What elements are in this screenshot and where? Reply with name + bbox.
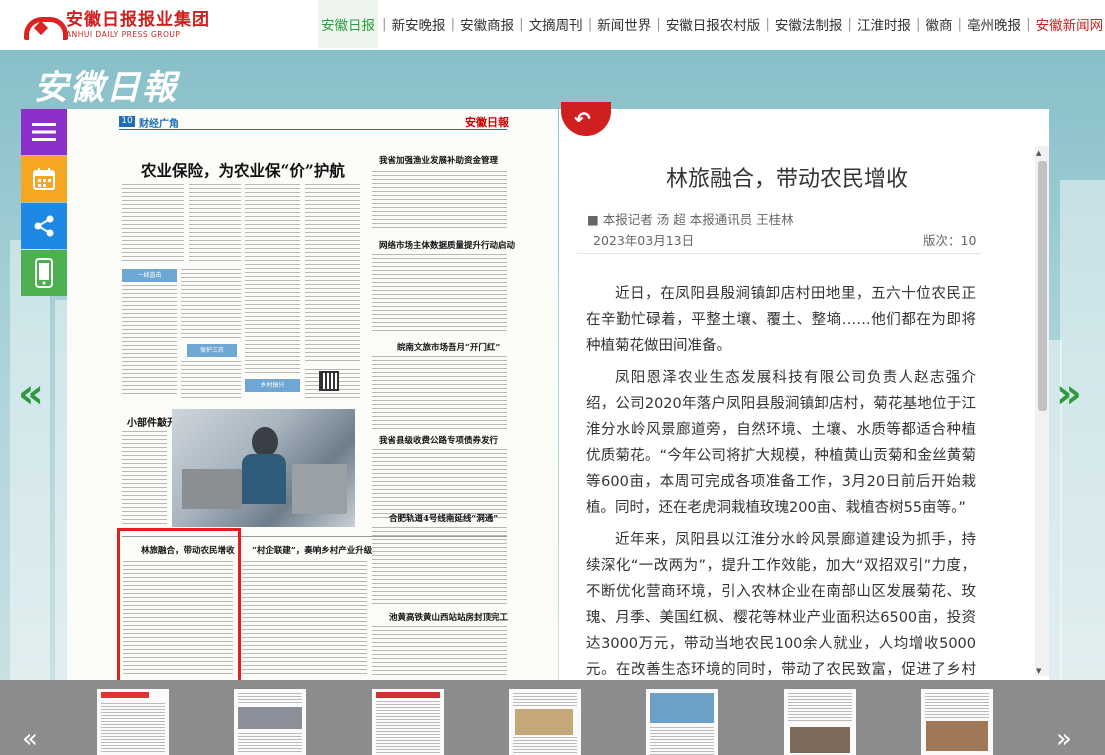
share-icon: [34, 215, 54, 237]
qr-code-icon: [319, 371, 339, 391]
paper-headline-r5: 合肥轨道4号线南延线“洞通”: [389, 514, 499, 524]
back-button[interactable]: ↶: [561, 102, 611, 136]
next-page-arrow-icon[interactable]: »: [1056, 370, 1082, 418]
nav-link-bozhou-evening[interactable]: 亳州晚报: [966, 14, 1022, 34]
brand-wordmark: 安徽日報: [34, 68, 178, 108]
menu-button[interactable]: [21, 109, 67, 155]
calendar-button[interactable]: [21, 156, 67, 202]
news-photo: [172, 409, 355, 527]
paper-headline-r4: 我省县级收费公路专项债券发行: [379, 436, 499, 446]
logo-subtitle: ANHUI DAILY PRESS GROUP: [66, 30, 181, 39]
nav-link-huishang[interactable]: 徽商: [925, 14, 954, 34]
nav-link-business-daily[interactable]: 安徽商报: [459, 14, 515, 34]
page-section-name: 财经广角: [139, 119, 179, 130]
paper-headline-r3: 皖南文旅市场吾月“开门红”: [397, 343, 501, 353]
paper-headline-main: 农业保险，为农业保“价”护航: [141, 161, 345, 180]
page-thumbnail[interactable]: [234, 689, 306, 755]
nav-link-anhui-daily[interactable]: 安徽日报: [318, 0, 378, 48]
logo-mark-icon: [22, 11, 68, 40]
mobile-icon: [35, 258, 53, 288]
paper-headline-r6: 池黄高铁黄山西站站房封顶完工: [389, 613, 509, 623]
paper-band-2: 保护三农: [187, 344, 237, 357]
newspaper-nav: 安徽日报 | 新安晚报 | 安徽商报 | 文摘周刊 | 新闻世界 | 安徽日报农村版 | 安…: [318, 0, 1104, 48]
nav-link-digest-weekly[interactable]: 文摘周刊: [528, 14, 584, 34]
nav-link-legal-daily[interactable]: 安徽法制报: [774, 14, 844, 34]
thumbnail-next-icon[interactable]: »: [1056, 724, 1072, 754]
paper-band-3: 乡村振兴: [245, 379, 300, 392]
article-title: 林旅融合，带动农民增收: [665, 167, 908, 192]
prev-page-arrow-icon[interactable]: «: [18, 370, 44, 418]
page-thumbnail-strip: « »: [0, 680, 1105, 755]
back-arrow-icon: ↶: [574, 107, 591, 131]
paper-band-1: 一线直击: [122, 269, 177, 282]
article-body: 近日，在凤阳县殷涧镇卸店村田地里，五六十位农民正在辛勤忙碌着，平整土壤、覆土、整…: [586, 281, 976, 680]
page-thumbnail[interactable]: [646, 689, 718, 755]
article-divider: [577, 253, 981, 254]
page-thumbnail[interactable]: [97, 689, 169, 755]
nav-link-anhui-news[interactable]: 安徽新闻网: [1035, 14, 1105, 34]
nav-link-jianghuai-times[interactable]: 江淮时报: [856, 14, 912, 34]
article-author: ■ 本报记者 汤 超 本报通讯员 王桂林: [587, 212, 794, 227]
logo-title: 安徽日报报业集团: [66, 10, 210, 30]
group-logo[interactable]: 安徽日报报业集团 ANHUI DAILY PRESS GROUP: [22, 10, 210, 40]
article-paragraph: 近日，在凤阳县殷涧镇卸店村田地里，五六十位农民正在辛勤忙碌着，平整土壤、覆土、整…: [586, 286, 976, 354]
top-navigation-bar: 安徽日报报业集团 ANHUI DAILY PRESS GROUP 安徽日报 | 新…: [0, 0, 1105, 50]
page-thumbnail[interactable]: [509, 689, 581, 755]
calendar-icon: [33, 168, 55, 190]
selected-article-highlight[interactable]: [117, 528, 241, 684]
nav-link-news-world[interactable]: 新闻世界: [596, 14, 652, 34]
nav-link-xinan-evening[interactable]: 新安晚报: [391, 14, 447, 34]
share-button[interactable]: [21, 203, 67, 249]
article-panel: 林旅融合，带动农民增收 ■ 本报记者 汤 超 本报通讯员 王桂林 2023年03…: [559, 109, 1049, 680]
page-thumbnail[interactable]: [372, 689, 444, 755]
page-number-badge: 10: [119, 116, 135, 127]
page-thumbnail[interactable]: [921, 689, 993, 755]
page-thumbnail[interactable]: [784, 689, 856, 755]
scroll-up-arrow-icon[interactable]: ▲: [1036, 149, 1041, 157]
article-date: 2023年03月13日: [593, 233, 695, 248]
paper-headline-r2: 网络市场主体数据质量提升行动启动: [379, 241, 516, 251]
article-scrollbar-thumb[interactable]: [1038, 161, 1047, 411]
article-paragraph: 近年来，凤阳县以江淮分水岭风景廊道建设为抓手，持续深化“一改两为”，提升工作效能…: [586, 532, 976, 678]
page-masthead: 安徽日報: [465, 116, 509, 129]
mobile-button[interactable]: [21, 250, 67, 296]
scroll-down-arrow-icon[interactable]: ▼: [1036, 667, 1041, 675]
paper-headline-b2: “村企联建”，奏响乡村产业升级: [252, 546, 373, 556]
article-paragraph: 凤阳恩泽农业生态发展科技有限公司负责人赵志强介绍，公司2020年落户凤阳县殷涧镇…: [586, 370, 976, 516]
menu-icon: [32, 123, 56, 141]
thumbnail-prev-icon[interactable]: «: [22, 724, 38, 754]
nav-link-rural-edition[interactable]: 安徽日报农村版: [665, 14, 762, 34]
paper-headline-r1: 我省加强渔业发展补助资金管理: [379, 156, 499, 166]
article-edition: 版次：10: [923, 233, 977, 248]
